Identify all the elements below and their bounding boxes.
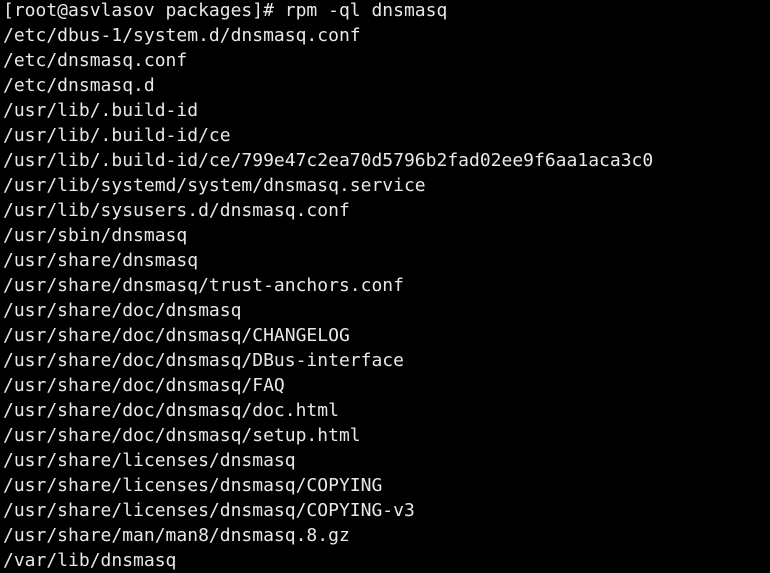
output-line: /usr/share/doc/dnsmasq/DBus-interface — [3, 350, 404, 371]
output-line: /usr/lib/systemd/system/dnsmasq.service — [3, 175, 426, 196]
output-line: /usr/lib/.build-id/ce — [3, 125, 231, 146]
output-line: /etc/dnsmasq.conf — [3, 50, 188, 71]
output-line: /usr/lib/.build-id — [3, 100, 199, 121]
output-line: /usr/share/doc/dnsmasq/FAQ — [3, 375, 285, 396]
output-line: /usr/share/licenses/dnsmasq — [3, 450, 296, 471]
output-line: /usr/share/dnsmasq — [3, 250, 199, 271]
prompt-line: [root@asvlasov packages]# rpm -ql dnsmas… — [3, 0, 448, 21]
output-line: /usr/lib/.build-id/ce/799e47c2ea70d5796b… — [3, 150, 654, 171]
output-line: /usr/sbin/dnsmasq — [3, 225, 188, 246]
output-line: /usr/share/dnsmasq/trust-anchors.conf — [3, 275, 404, 296]
output-line: /usr/share/licenses/dnsmasq/COPYING — [3, 475, 383, 496]
output-line: /usr/share/doc/dnsmasq — [3, 300, 242, 321]
output-line: /usr/share/licenses/dnsmasq/COPYING-v3 — [3, 500, 415, 521]
output-line: /usr/share/doc/dnsmasq/doc.html — [3, 400, 339, 421]
output-line: /usr/lib/sysusers.d/dnsmasq.conf — [3, 200, 350, 221]
terminal-window[interactable]: [root@asvlasov packages]# rpm -ql dnsmas… — [0, 0, 770, 573]
output-line: /usr/share/doc/dnsmasq/CHANGELOG — [3, 325, 350, 346]
output-line: /usr/share/doc/dnsmasq/setup.html — [3, 425, 361, 446]
output-line: /etc/dnsmasq.d — [3, 75, 155, 96]
output-line: /var/lib/dnsmasq — [3, 550, 177, 571]
output-line: /usr/share/man/man8/dnsmasq.8.gz — [3, 525, 350, 546]
output-line: /etc/dbus-1/system.d/dnsmasq.conf — [3, 25, 361, 46]
